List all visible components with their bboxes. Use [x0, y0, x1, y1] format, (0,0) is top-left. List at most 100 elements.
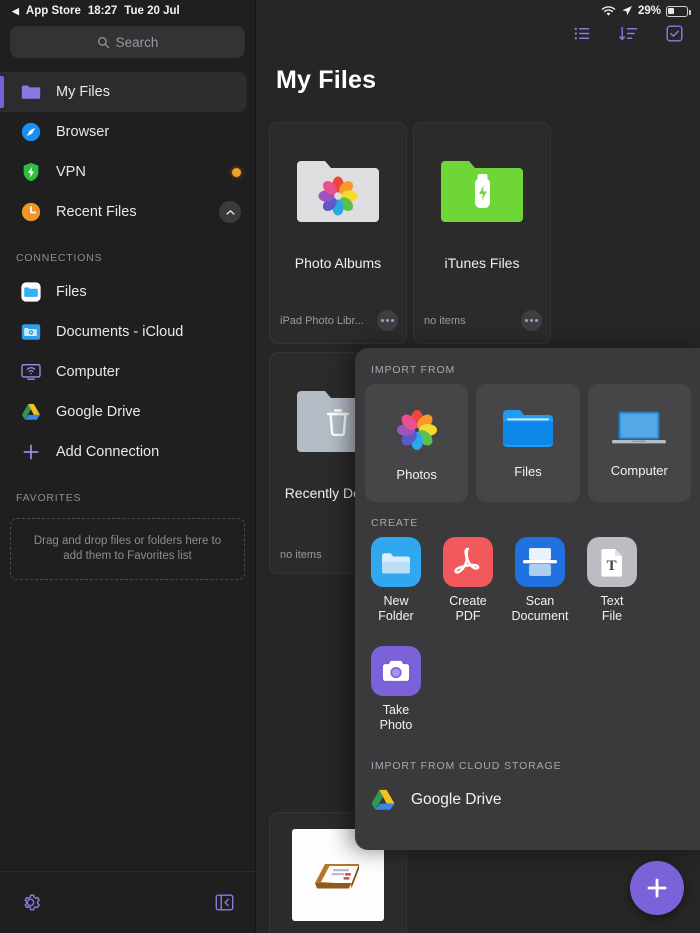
gear-icon[interactable] — [20, 892, 41, 913]
create-text-file-button[interactable]: T Text File — [581, 537, 643, 624]
create-pdf-button[interactable]: Create PDF — [437, 537, 499, 624]
connections-list: Files Documents - iCloud Computer Google… — [0, 272, 255, 472]
folder-footer: iPad Photo Libr... — [280, 310, 398, 331]
sidebar-item-computer[interactable]: Computer — [0, 352, 247, 392]
status-bar-left: ◀ App Store 18:27 Tue 20 Jul — [12, 5, 180, 17]
cloud-item-label: Google Drive — [411, 791, 502, 808]
sidebar-item-google-drive[interactable]: Google Drive — [0, 392, 247, 432]
sidebar-item-files[interactable]: Files — [0, 272, 247, 312]
create-item-label: Take Photo — [379, 703, 413, 732]
primary-nav: My Files Browser VPN Recent Files — [0, 66, 255, 232]
back-arrow-icon[interactable]: ◀ — [12, 6, 19, 16]
create-item-label: New Folder — [378, 594, 414, 623]
favorites-dropzone[interactable]: Drag and drop files or folders here to a… — [10, 518, 245, 580]
folder-purple-icon — [21, 85, 41, 99]
files-folder-blue-icon — [502, 409, 553, 447]
favorites-header: FAVORITES — [16, 492, 82, 504]
recent-files-trailing — [219, 201, 247, 223]
google-drive-icon — [371, 789, 395, 810]
folder-subtitle: no items — [280, 549, 322, 561]
cloud-item-google-drive[interactable]: Google Drive — [355, 780, 700, 814]
import-tile-label: Photos — [396, 466, 437, 482]
cloud-storage-header: IMPORT FROM CLOUD STORAGE — [371, 760, 562, 772]
main-toolbar — [573, 24, 684, 43]
folder-name: Photo Albums — [294, 255, 382, 271]
import-computer-button[interactable]: Computer — [587, 384, 691, 502]
photos-folder-icon — [295, 155, 381, 227]
create-header: CREATE — [371, 517, 419, 529]
import-tile-label: Files — [514, 463, 542, 479]
take-photo-icon — [371, 646, 421, 696]
import-tile-label: Computer — [610, 462, 668, 478]
sidebar-item-label: Computer — [56, 364, 120, 380]
computer-monitor-icon — [21, 363, 41, 380]
chevron-up-icon[interactable] — [219, 201, 241, 223]
create-item-label: Text File — [600, 594, 624, 623]
add-button-fab[interactable] — [630, 861, 684, 915]
new-folder-icon — [371, 537, 421, 587]
connections-header: CONNECTIONS — [16, 252, 103, 264]
select-checkbox-icon[interactable] — [665, 24, 684, 43]
status-time: 18:27 — [87, 5, 118, 17]
create-item-label: Create PDF — [449, 594, 487, 623]
sidebar-item-label: Recent Files — [56, 204, 137, 220]
plus-icon — [647, 878, 667, 898]
page-title: My Files — [276, 66, 377, 94]
sidebar-item-browser[interactable]: Browser — [0, 112, 247, 152]
sidebar-item-label: My Files — [56, 84, 110, 100]
import-files-button[interactable]: Files — [476, 384, 580, 502]
sort-icon[interactable] — [618, 24, 639, 43]
sidebar-item-recent-files[interactable]: Recent Files — [0, 192, 247, 232]
search-icon — [97, 36, 109, 48]
svg-text:T: T — [607, 558, 617, 574]
sidebar: Search My Files Browser VPN Recent Files… — [0, 0, 256, 933]
app-root: ◀ App Store 18:27 Tue 20 Jul 29% Search … — [0, 0, 700, 933]
scan-document-icon — [515, 537, 565, 587]
folder-name: iTunes Files — [444, 255, 520, 271]
status-dot-badge — [232, 167, 241, 177]
sidebar-bottom-bar — [0, 871, 255, 933]
itunes-folder-icon — [439, 155, 525, 227]
documents-icloud-icon — [21, 324, 41, 340]
folder-subtitle: iPad Photo Libr... — [280, 314, 364, 327]
import-photos-button[interactable]: Photos — [365, 384, 469, 502]
laptop-icon — [612, 410, 667, 443]
back-app-label[interactable]: App Store — [26, 5, 81, 17]
battery-percent: 29% — [637, 5, 661, 17]
main-content: My Files Photo Albums iPad Photo Libr...… — [256, 0, 700, 933]
search-placeholder: Search — [115, 34, 159, 50]
status-bar-right: 29% — [601, 5, 691, 17]
sidebar-collapse-icon[interactable] — [214, 892, 235, 913]
more-options-button[interactable] — [521, 310, 542, 331]
status-date: Tue 20 Jul — [124, 5, 180, 17]
sidebar-item-label: VPN — [56, 164, 86, 180]
take-photo-button[interactable]: Take Photo — [365, 646, 427, 733]
folder-card-photo-albums[interactable]: Photo Albums iPad Photo Libr... — [269, 122, 407, 344]
wifi-icon — [601, 5, 616, 16]
sidebar-item-label: Files — [56, 284, 87, 300]
create-pdf-icon — [443, 537, 493, 587]
compass-blue-icon — [21, 122, 41, 142]
folder-card-itunes-files[interactable]: iTunes Files no items — [413, 122, 551, 344]
create-new-folder-button[interactable]: New Folder — [365, 537, 427, 624]
google-drive-icon — [21, 404, 41, 420]
sidebar-item-vpn[interactable]: VPN — [0, 152, 247, 192]
create-item-label: Scan Document — [511, 594, 569, 623]
favorites-dropzone-text: Drag and drop files or folders here to a… — [33, 535, 222, 562]
folder-subtitle: no items — [424, 314, 466, 327]
more-options-button[interactable] — [377, 310, 398, 331]
sidebar-item-label: Google Drive — [56, 404, 141, 420]
sidebar-item-add-connection[interactable]: Add Connection — [0, 432, 247, 472]
sidebar-item-label: Add Connection — [56, 444, 160, 460]
list-view-icon[interactable] — [573, 24, 592, 43]
import-from-header: IMPORT FROM — [371, 364, 456, 376]
scanned-document-photo — [315, 864, 360, 889]
battery-icon — [666, 5, 691, 17]
plus-icon — [23, 444, 39, 460]
vpn-trailing — [232, 167, 247, 177]
clock-orange-icon — [21, 202, 41, 222]
sidebar-item-documents-icloud[interactable]: Documents - iCloud — [0, 312, 247, 352]
search-input[interactable]: Search — [10, 26, 245, 58]
sidebar-item-my-files[interactable]: My Files — [0, 72, 247, 112]
scan-document-button[interactable]: Scan Document — [509, 537, 571, 624]
